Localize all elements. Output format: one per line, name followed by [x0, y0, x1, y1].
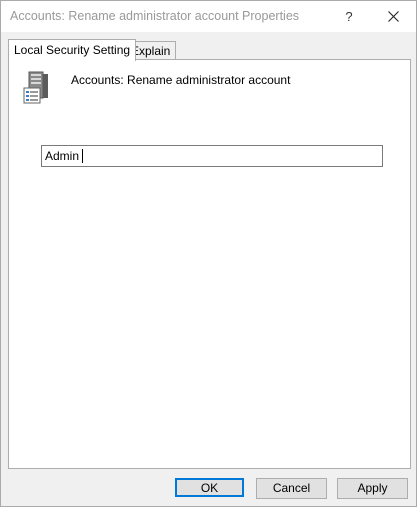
- title-bar[interactable]: Accounts: Rename administrator account P…: [1, 1, 416, 32]
- window-title: Accounts: Rename administrator account P…: [10, 9, 300, 23]
- cancel-button[interactable]: Cancel: [256, 478, 327, 499]
- close-button[interactable]: [371, 1, 416, 32]
- help-button[interactable]: ?: [327, 1, 371, 32]
- ok-button[interactable]: OK: [175, 478, 244, 497]
- text-caret: [82, 149, 83, 163]
- tab-panel-local-security-setting: Accounts: Rename administrator account: [8, 59, 411, 469]
- close-icon: [388, 11, 399, 22]
- policy-name-label: Accounts: Rename administrator account: [71, 73, 291, 87]
- server-policy-icon: [22, 71, 52, 105]
- help-icon: ?: [345, 9, 353, 24]
- tab-local-security-setting[interactable]: Local Security Setting: [8, 39, 137, 61]
- apply-button[interactable]: Apply: [337, 478, 408, 499]
- properties-dialog: Accounts: Rename administrator account P…: [0, 0, 417, 507]
- account-name-input[interactable]: [41, 145, 383, 167]
